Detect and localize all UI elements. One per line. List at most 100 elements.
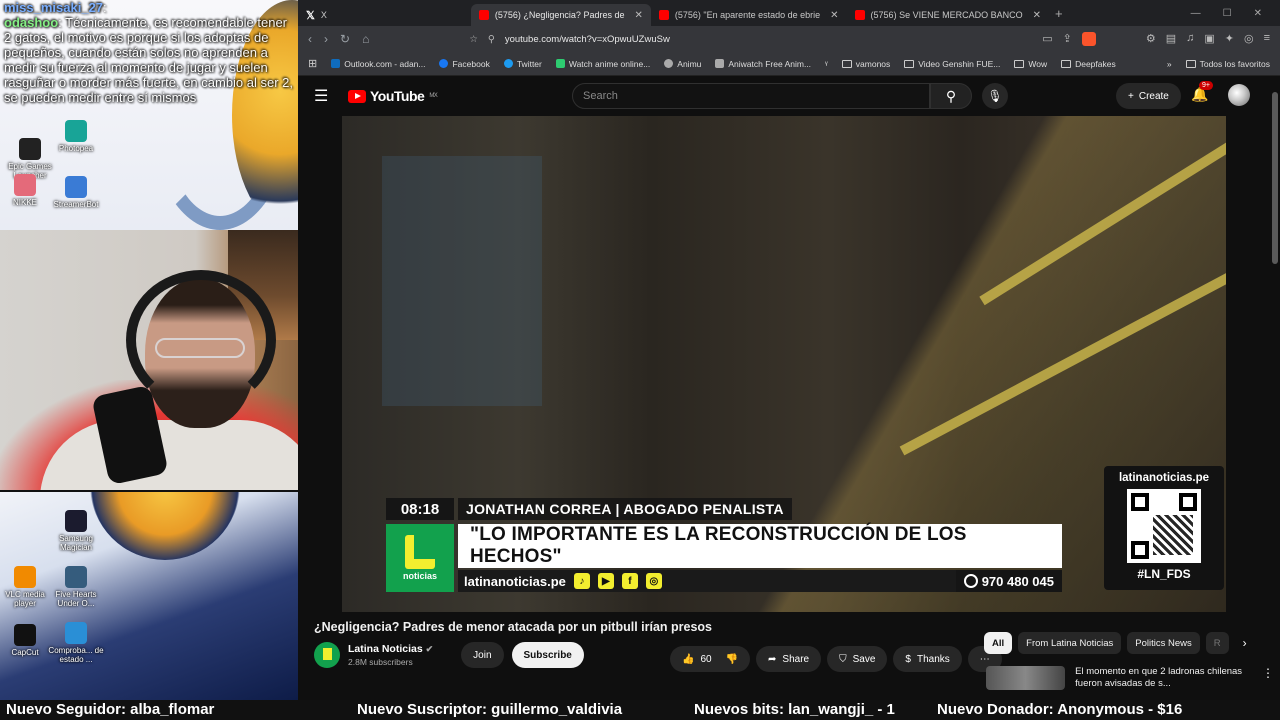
site-info-icon[interactable]: ⚲	[488, 34, 495, 45]
desktop-icon-label: Photopea	[58, 144, 94, 153]
bookmark-folder-vamonos[interactable]: vamonos	[841, 59, 890, 69]
brave-shield-icon[interactable]	[1081, 32, 1096, 46]
hamburger-menu-icon[interactable]: ☰	[314, 86, 334, 106]
url-field[interactable]: ☆ ⚲ youtube.com/watch?v=xOpwuUZwuSw	[461, 29, 981, 49]
subscriber-count: 2.8M subscribers	[348, 657, 413, 667]
share-button[interactable]: ➦ Share	[756, 646, 822, 672]
notifications-button[interactable]: 🔔 9+	[1191, 81, 1213, 103]
bookmark-outlook[interactable]: Outlook.com - adan...	[331, 59, 425, 69]
desktop-icon-photopea[interactable]: Photopea	[46, 120, 106, 153]
thumbs-down-icon[interactable]: 👎	[726, 654, 738, 665]
bookmark-folder-deepfakes[interactable]: Deepfakes	[1061, 59, 1116, 69]
minimize-icon[interactable]: —	[1191, 8, 1201, 19]
ticker-subscriber: Nuevo Suscriptor: guillermo_valdivia	[357, 701, 623, 718]
ticker-follower: Nuevo Seguidor: alba_flomar	[6, 701, 215, 718]
desktop-icon-five-hearts[interactable]: Five Hearts Under O...	[46, 566, 106, 608]
bookmark-label: Aniwatch Free Anim...	[728, 58, 812, 69]
join-button[interactable]: Join	[461, 642, 504, 668]
thanks-button[interactable]: $ Thanks	[893, 646, 962, 672]
bookmark-folder-wow[interactable]: Wow	[1014, 59, 1047, 69]
close-icon[interactable]: ✕	[830, 10, 838, 21]
create-button[interactable]: + Create	[1116, 83, 1181, 109]
scrollbar-thumb[interactable]	[1272, 92, 1278, 264]
chip-all[interactable]: All	[984, 632, 1013, 654]
apps-grid-icon[interactable]: ⊞	[308, 57, 317, 70]
folder-icon	[904, 59, 915, 68]
reload-icon[interactable]: ↻	[340, 32, 350, 46]
wallet-icon[interactable]: ▣	[1204, 32, 1214, 46]
like-count: 60	[700, 653, 712, 665]
media-icon[interactable]: ♫	[1186, 32, 1194, 46]
bookmark-star-icon[interactable]: ☆	[469, 34, 478, 45]
leo-icon[interactable]: ✦	[1225, 32, 1234, 46]
like-button[interactable]: 👍 60 👎	[670, 646, 751, 672]
folder-icon	[1185, 59, 1196, 68]
glasses-icon	[155, 338, 245, 358]
video-player[interactable]: 08:18 JONATHAN CORREA | ABOGADO PENALIST…	[342, 116, 1226, 612]
bookmark-folder-genshin[interactable]: Video Genshin FUE...	[904, 59, 1000, 69]
new-tab-button[interactable]: +	[1055, 6, 1063, 21]
address-bar: ‹ › ↻ ⌂ ☆ ⚲ youtube.com/watch?v=xOpwuUZw…	[298, 26, 1280, 52]
bookmark-facebook[interactable]: Facebook	[439, 59, 490, 69]
bookmark-glyph-icon: ᵞ	[825, 58, 828, 69]
plus-icon: +	[1128, 90, 1134, 102]
channel-name-row[interactable]: Latina Noticias ✔	[348, 643, 433, 655]
tab-mercado-banco[interactable]: (5756) Se VIENE MERCADO BANCO ✕	[847, 4, 1049, 26]
channel-avatar[interactable]	[314, 642, 340, 668]
desktop-icon-label: VLC media player	[5, 590, 45, 608]
desktop-icon-streamerbot[interactable]: StreamerBot	[46, 176, 106, 209]
account-avatar[interactable]	[1228, 84, 1250, 106]
ticker-bits: Nuevos bits: lan_wangji_ - 1	[694, 701, 895, 718]
youtube-icon	[478, 10, 489, 20]
tab-negligencia[interactable]: (5756) ¿Negligencia? Padres de ✕	[470, 4, 651, 26]
bookmark-watch-anime[interactable]: Watch anime online...	[555, 59, 650, 69]
recommended-title: El momento en que 2 ladronas chilenas fu…	[1075, 666, 1243, 689]
window-controls: — ☐ ✕	[1191, 8, 1280, 19]
create-label: Create	[1138, 90, 1169, 102]
samsung-magician-icon	[65, 510, 87, 532]
bookmark-animu[interactable]: Animu	[664, 59, 701, 69]
headline-quote: "LO IMPORTANTE ES LA RECONSTRUCCIÓN DE L…	[458, 524, 1062, 568]
video-title: ¿Negligencia? Padres de menor atacada po…	[314, 620, 713, 634]
bookmark-twitter[interactable]: Twitter	[503, 59, 542, 69]
chevron-right-icon[interactable]: ›	[1243, 636, 1247, 650]
share-page-icon[interactable]: ⇪	[1063, 32, 1072, 46]
desktop-icon-samsung-magician[interactable]: Samsung Magician	[46, 510, 106, 552]
tab-x[interactable]: 𝕏X	[298, 4, 335, 26]
recommended-thumbnail[interactable]	[986, 666, 1066, 690]
bookmarks-overflow-icon[interactable]: »	[1167, 59, 1172, 69]
close-icon[interactable]: ✕	[1033, 10, 1041, 21]
video-info: ¿Negligencia? Padres de menor atacada po…	[314, 620, 1002, 672]
extensions-icon[interactable]: ⚙	[1146, 32, 1156, 46]
close-window-icon[interactable]: ✕	[1254, 8, 1262, 19]
sidebar-icon[interactable]: ▤	[1166, 32, 1176, 46]
cast-icon[interactable]: ▭	[1042, 32, 1052, 46]
youtube-logo[interactable]: YouTube MX	[348, 88, 438, 104]
bookmark-folder-all[interactable]: Todos los favoritos	[1185, 59, 1270, 69]
bookmarks-bar: ⊞ Outlook.com - adan... Facebook Twitter…	[298, 52, 1280, 76]
chip-politics-news[interactable]: Politics News	[1127, 632, 1200, 654]
verified-icon: ✔	[425, 644, 434, 654]
desktop-icon-comprobacion[interactable]: Comproba... de estado ...	[46, 622, 106, 664]
chip-more[interactable]: R	[1205, 632, 1229, 654]
menu-icon[interactable]: ≡	[1264, 32, 1270, 46]
home-icon[interactable]: ⌂	[362, 32, 369, 46]
maximize-icon[interactable]: ☐	[1223, 8, 1232, 19]
save-button[interactable]: ⛉ Save	[827, 646, 888, 672]
desktop-icon-label: Comproba... de estado ...	[48, 646, 104, 664]
bookmark-unnamed[interactable]: ᵞ	[825, 59, 828, 69]
vpn-icon[interactable]: ◎	[1244, 32, 1254, 46]
bookmark-icon: ⛉	[839, 653, 847, 665]
close-icon[interactable]: ✕	[634, 10, 642, 21]
forward-icon[interactable]: ›	[324, 32, 328, 46]
tab-ebriedad[interactable]: (5756) "En aparente estado de ebrie ✕	[651, 4, 847, 26]
youtube-wordmark: YouTube	[370, 88, 425, 104]
back-icon[interactable]: ‹	[308, 32, 312, 46]
bookmark-aniwatch[interactable]: Aniwatch Free Anim...	[715, 59, 811, 69]
voice-search-button[interactable]: 🎙	[982, 83, 1008, 109]
chip-from-channel[interactable]: From Latina Noticias	[1018, 632, 1122, 654]
search-button[interactable]: ⚲	[930, 83, 972, 109]
search-input[interactable]: Search	[572, 83, 930, 109]
recommended-video[interactable]: El momento en que 2 ladronas chilenas fu…	[986, 666, 1274, 690]
subscribe-button[interactable]: Subscribe	[511, 642, 584, 668]
